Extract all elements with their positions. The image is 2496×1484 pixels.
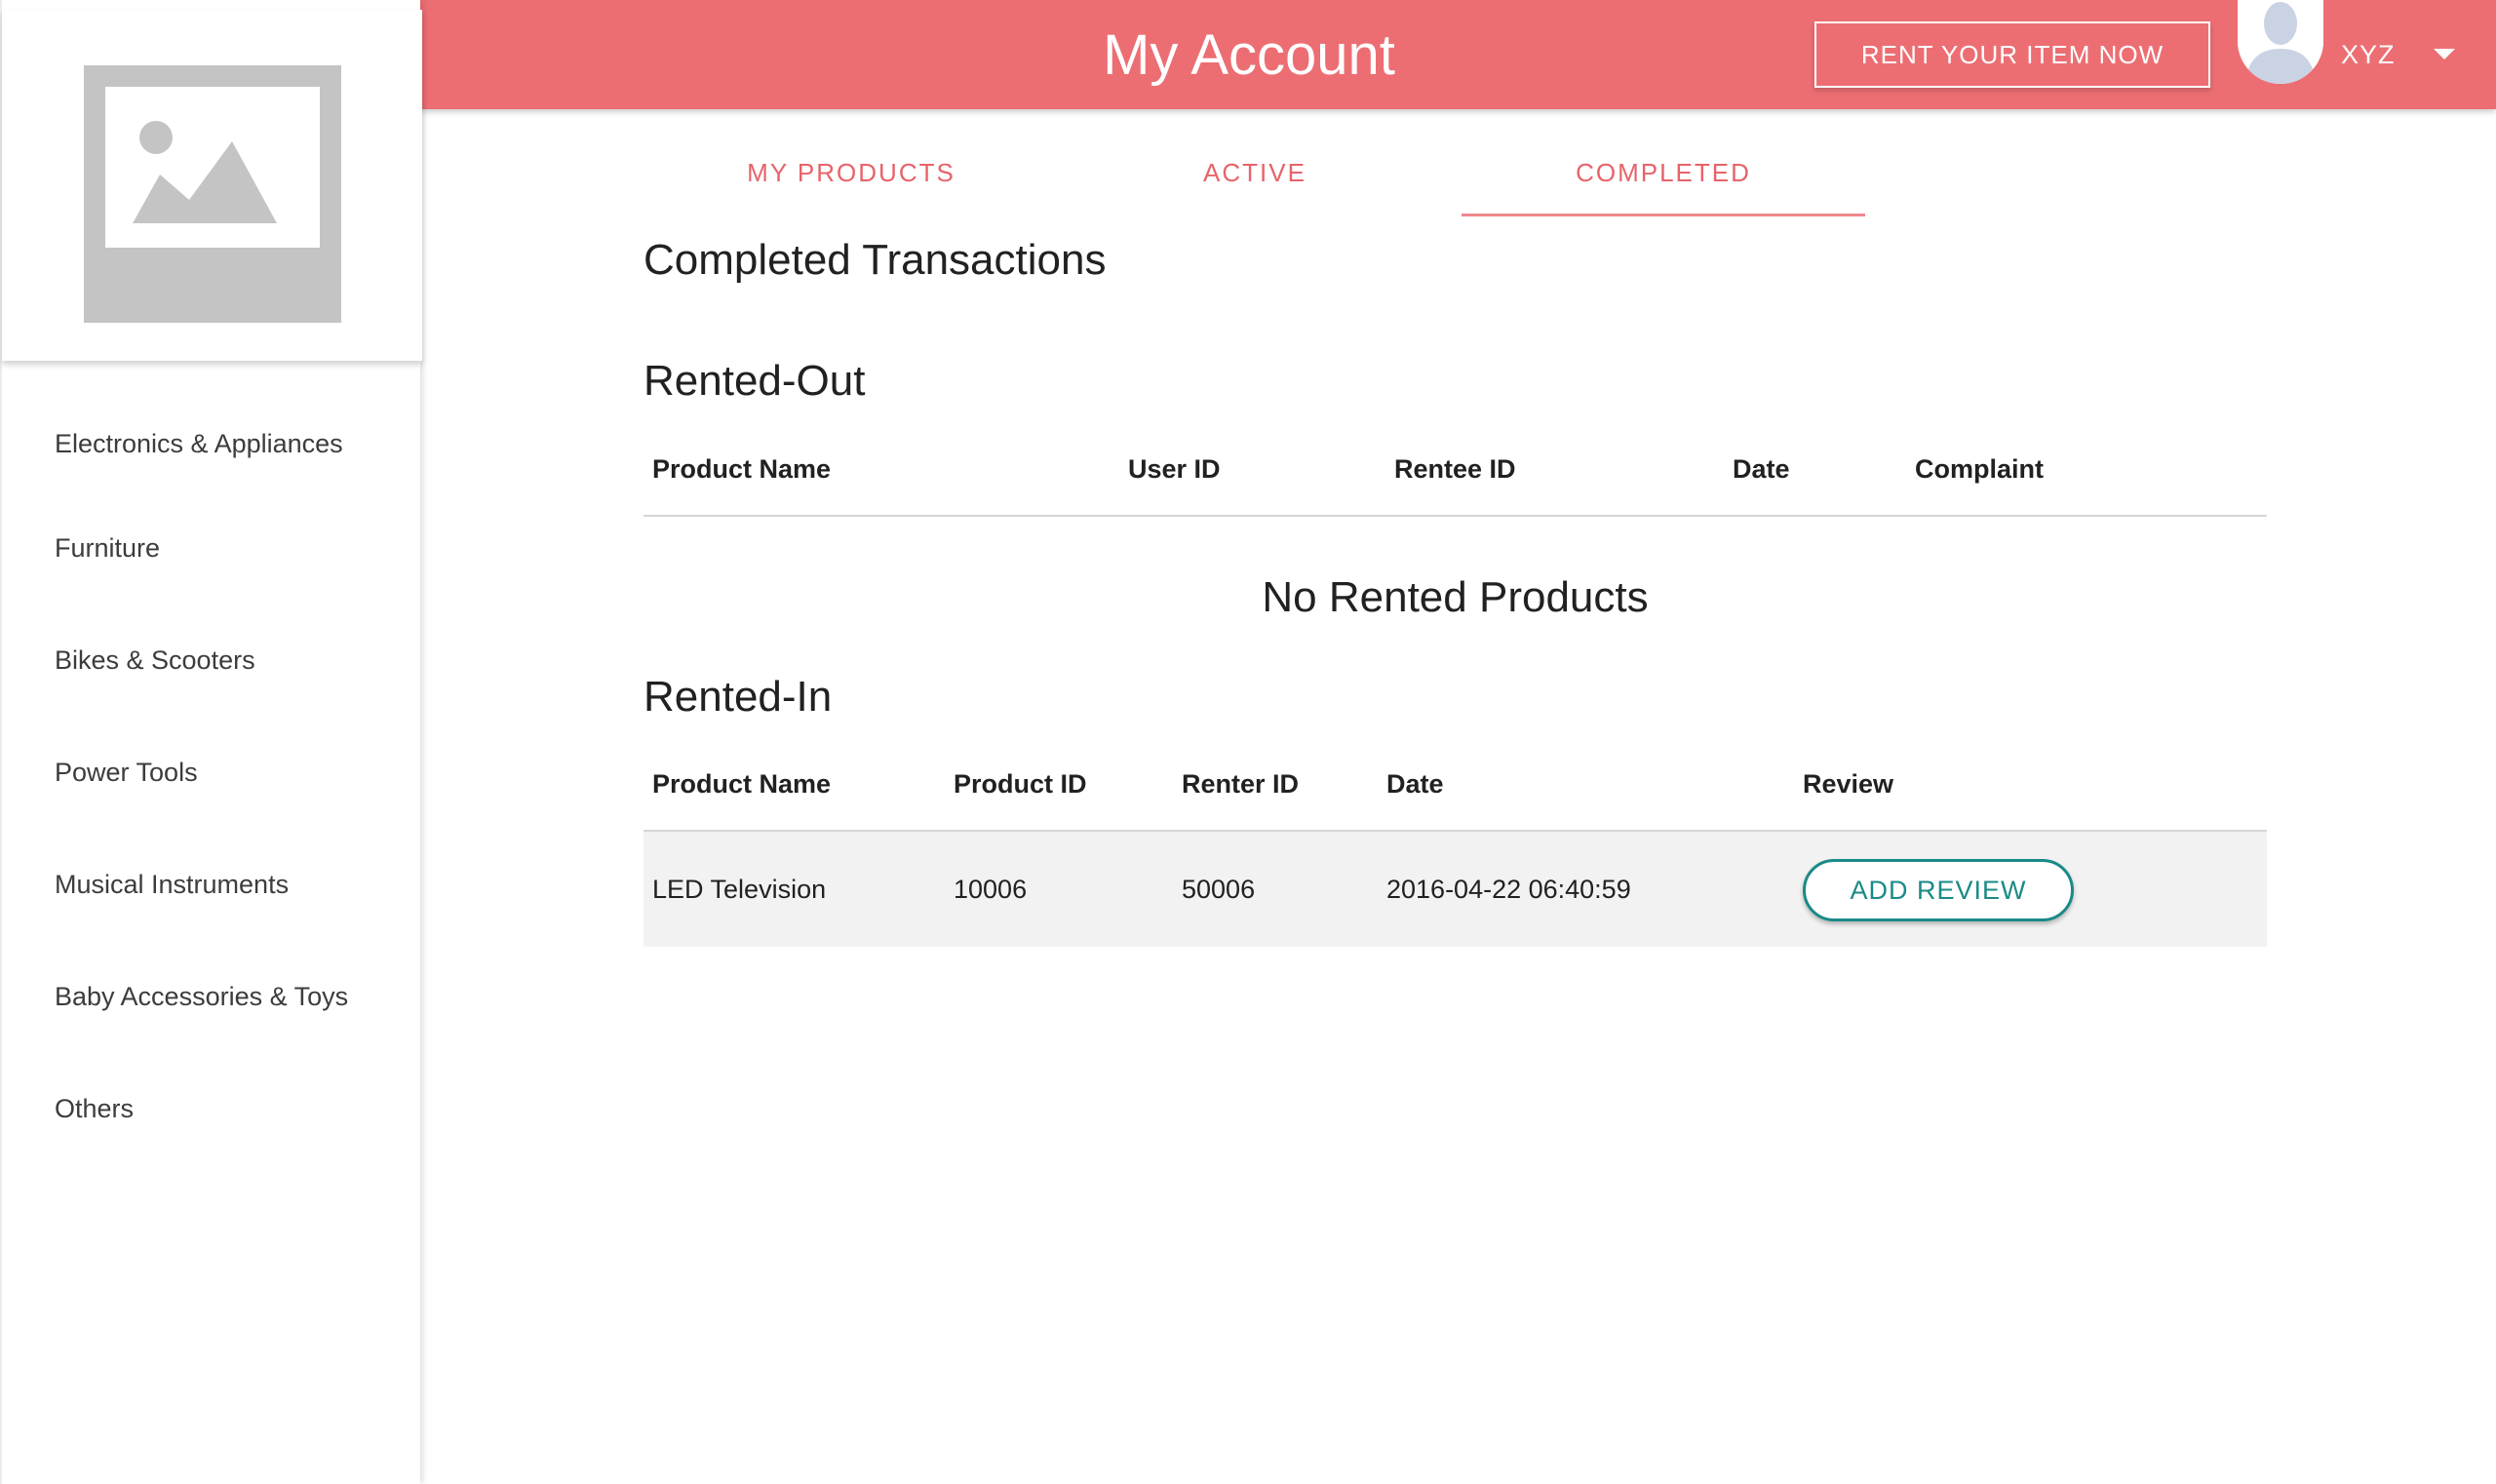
username-label[interactable]: XYZ	[2341, 0, 2396, 109]
image-placeholder-icon	[84, 65, 341, 323]
category-list: Electronics & Appliances Furniture Bikes…	[2, 395, 422, 1165]
rented-out-table: Product Name User ID Rentee ID Date Comp…	[644, 419, 2267, 517]
column-header: Date	[1733, 454, 1790, 484]
column-header: Date	[1386, 769, 1444, 799]
cell-date: 2016-04-22 06:40:59	[1386, 874, 1631, 904]
account-tabs: MY PRODUCTS ACTIVE COMPLETED	[649, 138, 1865, 216]
category-furniture[interactable]: Furniture	[2, 492, 422, 605]
cell-renter-id: 50006	[1182, 874, 1256, 904]
cell-product-id: 10006	[954, 874, 1028, 904]
category-others[interactable]: Others	[2, 1053, 422, 1165]
column-header: Product Name	[652, 454, 832, 484]
column-header: Complaint	[1915, 454, 2044, 484]
category-power-tools[interactable]: Power Tools	[2, 717, 422, 829]
header-bar: My Account RENT YOUR ITEM NOW XYZ	[420, 0, 2496, 109]
avatar[interactable]	[2238, 0, 2323, 84]
rented-in-table: Product Name Product ID Renter ID Date R…	[644, 734, 2267, 947]
tab-my-products[interactable]: MY PRODUCTS	[649, 138, 1053, 216]
rented-in-title: Rented-In	[644, 673, 833, 721]
tab-active[interactable]: ACTIVE	[1053, 138, 1457, 216]
user-avatar-icon	[2238, 0, 2323, 84]
table-header: Product Name Product ID Renter ID Date R…	[644, 734, 2267, 832]
column-header: Review	[1803, 769, 1894, 799]
empty-state-message: No Rented Products	[1262, 573, 1649, 621]
add-review-button[interactable]: ADD REVIEW	[1803, 859, 2074, 921]
sidebar: Electronics & Appliances Furniture Bikes…	[0, 0, 422, 1484]
column-header: Product ID	[954, 769, 1087, 799]
rented-out-title: Rented-Out	[644, 357, 866, 405]
tab-completed[interactable]: COMPLETED	[1462, 138, 1865, 216]
category-electronics[interactable]: Electronics & Appliances	[2, 395, 422, 492]
category-baby-accessories[interactable]: Baby Accessories & Toys	[2, 941, 422, 1053]
category-musical-instruments[interactable]: Musical Instruments	[2, 829, 422, 941]
logo-card	[2, 10, 422, 361]
column-header: Product Name	[652, 769, 832, 799]
column-header: Rentee ID	[1394, 454, 1516, 484]
column-header: User ID	[1128, 454, 1221, 484]
rent-item-button[interactable]: RENT YOUR ITEM NOW	[1814, 21, 2210, 88]
category-bikes[interactable]: Bikes & Scooters	[2, 605, 422, 717]
column-header: Renter ID	[1182, 769, 1300, 799]
section-title: Completed Transactions	[644, 236, 1107, 284]
table-header: Product Name User ID Rentee ID Date Comp…	[644, 419, 2267, 517]
chevron-down-icon[interactable]	[2434, 49, 2455, 59]
table-row: LED Television 10006 50006 2016-04-22 06…	[644, 832, 2267, 947]
cell-product-name: LED Television	[652, 874, 827, 904]
